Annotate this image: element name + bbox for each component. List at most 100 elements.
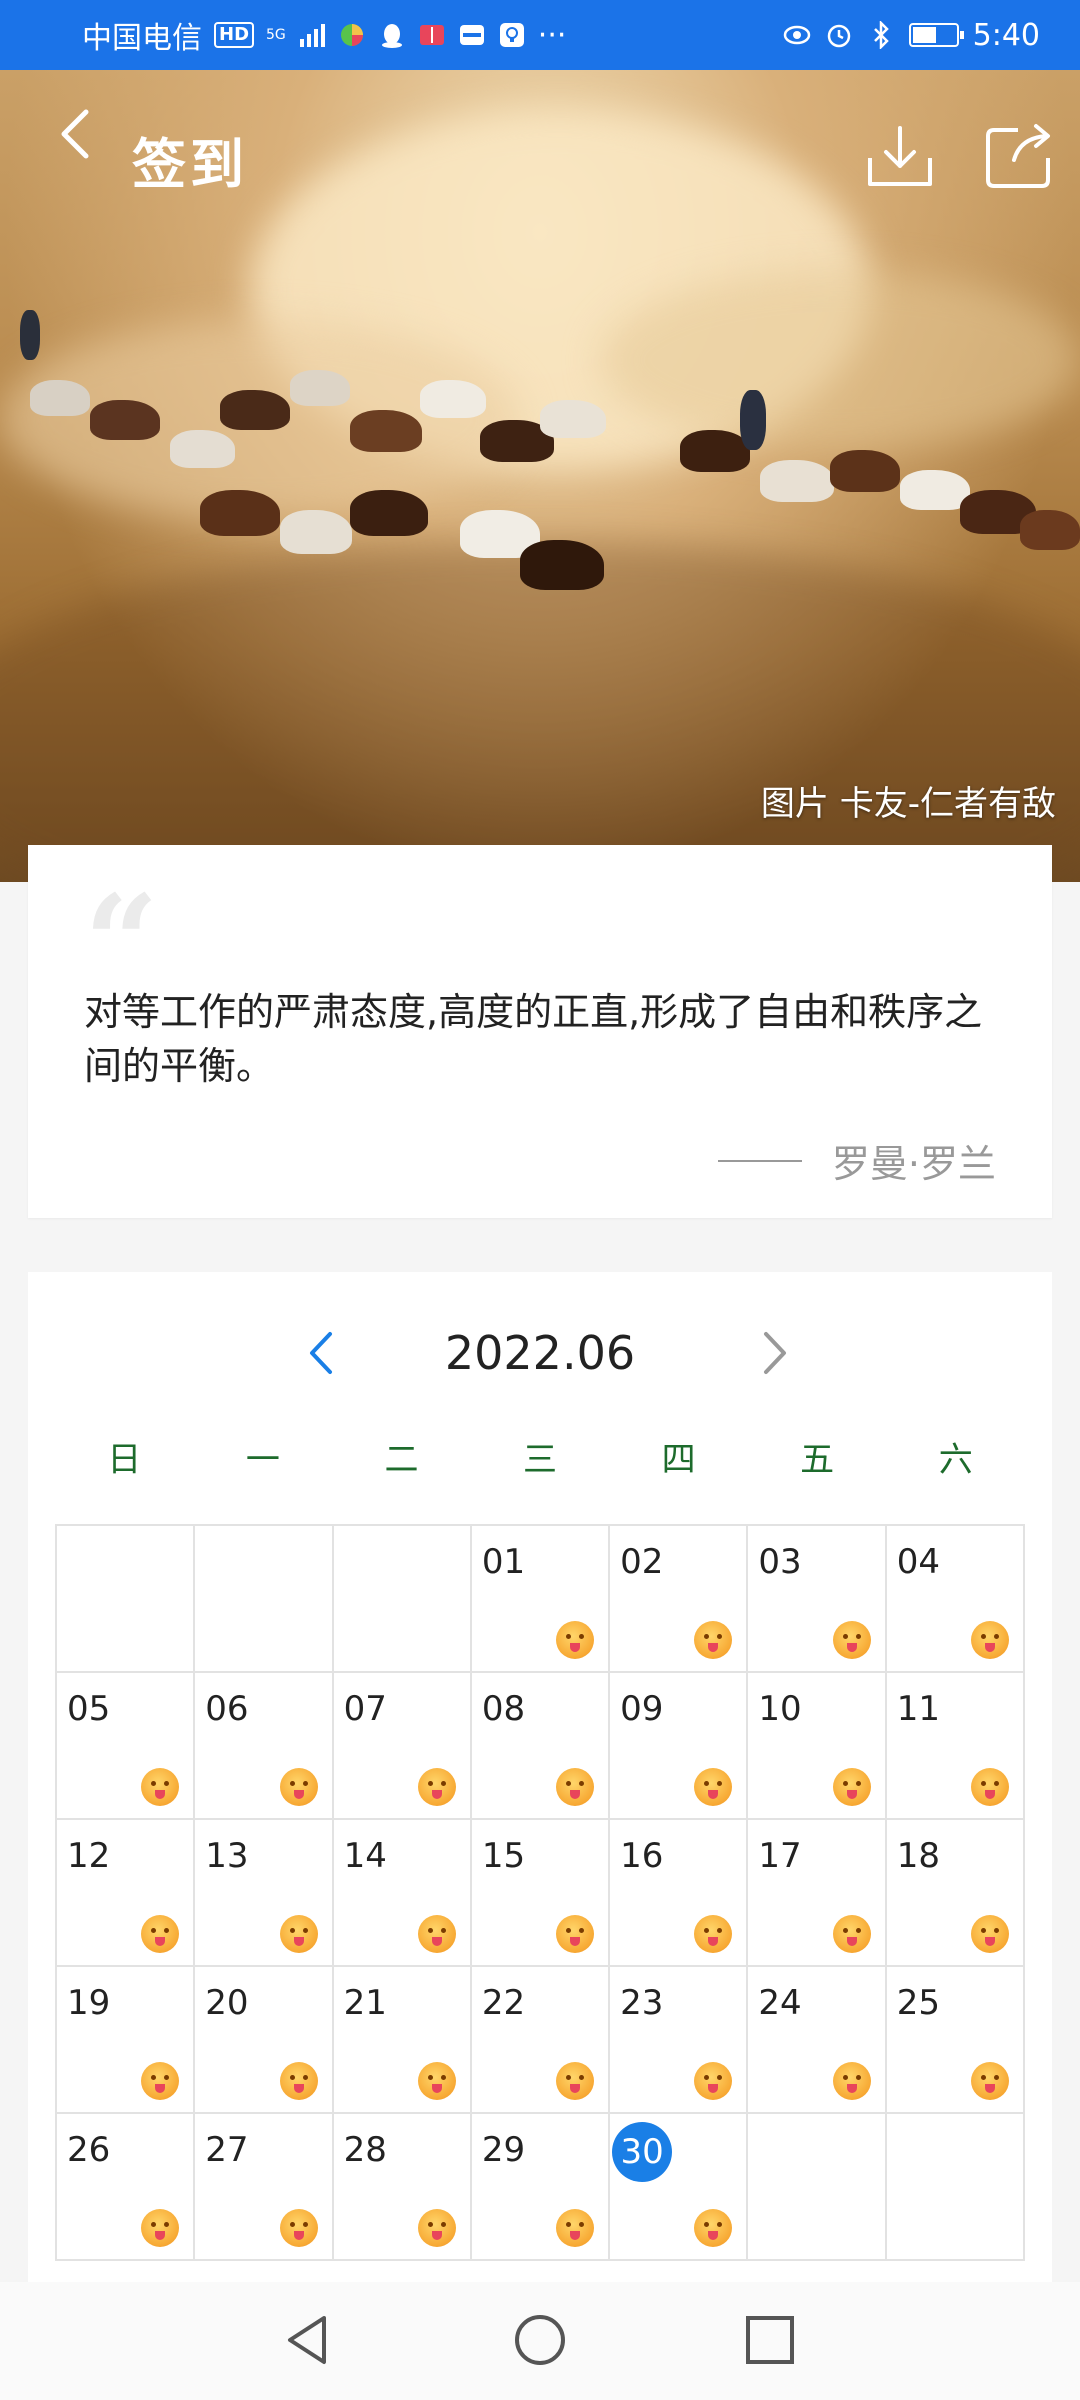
face-emoji-icon bbox=[694, 2209, 733, 2247]
face-emoji-icon bbox=[141, 2209, 180, 2247]
face-emoji-icon bbox=[279, 2209, 318, 2247]
day-number: 02 bbox=[620, 1542, 664, 1582]
calendar-day-cell[interactable]: 06 bbox=[195, 1673, 334, 1820]
weekday-label: 一 bbox=[245, 1440, 280, 1480]
square-recents-icon[interactable] bbox=[742, 2312, 798, 2368]
calendar-day-cell[interactable]: 13 bbox=[195, 1820, 334, 1967]
calendar-day-cell[interactable]: 23 bbox=[610, 1967, 749, 2114]
circle-home-icon[interactable] bbox=[512, 2312, 568, 2368]
face-emoji-icon bbox=[556, 1768, 595, 1806]
face-emoji-icon bbox=[279, 1768, 318, 1806]
day-number: 22 bbox=[481, 1983, 526, 2023]
download-icon[interactable] bbox=[866, 122, 934, 190]
calendar-day-cell[interactable]: 26 bbox=[57, 2114, 196, 2261]
day-number: 17 bbox=[758, 1836, 802, 1876]
calendar-day-cell[interactable]: 21 bbox=[333, 1967, 472, 2114]
weekday-label: 四 bbox=[661, 1440, 696, 1480]
face-emoji-icon bbox=[141, 2062, 180, 2100]
weekday-label: 五 bbox=[800, 1440, 835, 1480]
day-number: 26 bbox=[67, 2130, 111, 2170]
calendar-day-cell[interactable]: 03 bbox=[748, 1526, 887, 1673]
bluetooth-icon bbox=[873, 21, 889, 49]
day-number: 15 bbox=[481, 1836, 526, 1876]
day-number: 27 bbox=[205, 2130, 249, 2170]
calendar-empty-cell bbox=[195, 1526, 334, 1673]
calendar-empty-cell bbox=[57, 1526, 196, 1673]
face-emoji-icon bbox=[141, 1915, 180, 1953]
app-header: 签到 bbox=[0, 70, 1080, 200]
face-emoji-icon bbox=[556, 1621, 595, 1659]
day-number: 09 bbox=[620, 1689, 664, 1729]
calendar-day-cell[interactable]: 30 bbox=[610, 2114, 749, 2261]
quote-text: 对等工作的严肃态度,高度的正直,形成了自由和秩序之间的平衡。 bbox=[84, 990, 983, 1088]
qq-icon bbox=[381, 24, 402, 48]
day-number: 13 bbox=[205, 1836, 249, 1876]
alarm-icon bbox=[827, 24, 850, 48]
triangle-back-icon[interactable] bbox=[280, 2312, 336, 2368]
day-number: 20 bbox=[205, 1983, 249, 2023]
next-month-icon[interactable] bbox=[748, 1328, 798, 1378]
calendar-day-cell[interactable]: 01 bbox=[471, 1526, 611, 1673]
calendar-day-cell[interactable]: 05 bbox=[57, 1673, 196, 1820]
status-bar: 中国电信 HD 5G ··· 5:40 bbox=[0, 0, 1080, 70]
face-emoji-icon bbox=[694, 1768, 733, 1806]
battery-icon bbox=[908, 23, 964, 47]
carrier-label: 中国电信 bbox=[82, 21, 202, 56]
calendar-day-cell[interactable]: 08 bbox=[471, 1673, 611, 1820]
calendar-day-cell[interactable]: 17 bbox=[748, 1820, 887, 1967]
calendar-day-cell[interactable]: 22 bbox=[471, 1967, 611, 2114]
month-navigator: 2022.06 bbox=[28, 1312, 1052, 1392]
calendar-day-cell[interactable]: 16 bbox=[610, 1820, 749, 1967]
calendar-day-cell[interactable]: 02 bbox=[610, 1526, 749, 1673]
quote-card: “ 对等工作的严肃态度,高度的正直,形成了自由和秩序之间的平衡。 罗曼·罗兰 bbox=[28, 845, 1052, 1218]
calendar-day-cell[interactable]: 24 bbox=[748, 1967, 887, 2114]
day-number: 29 bbox=[481, 2130, 526, 2170]
weekday-label: 日 bbox=[107, 1440, 142, 1480]
calendar-day-cell[interactable]: 07 bbox=[333, 1673, 472, 1820]
day-number: 12 bbox=[67, 1836, 111, 1876]
weekday-label: 二 bbox=[384, 1440, 419, 1480]
share-icon[interactable] bbox=[984, 122, 1054, 190]
day-number: 24 bbox=[758, 1983, 802, 2023]
calendar-grid: 01 02 03 04 05 06 07 08 09 10 11 12 13 14 15 16 17 18 19 20… bbox=[55, 1524, 1025, 2261]
face-emoji-icon bbox=[694, 1915, 733, 1953]
calendar-day-cell[interactable]: 27 bbox=[195, 2114, 334, 2261]
day-number: 04 bbox=[896, 1542, 940, 1582]
face-emoji-icon bbox=[971, 1915, 1009, 1953]
calendar-day-cell[interactable]: 15 bbox=[471, 1820, 611, 1967]
calendar-day-cell[interactable]: 12 bbox=[57, 1820, 196, 1967]
weekday-header: 日一二三四五六 bbox=[55, 1432, 1025, 1481]
calendar-day-cell[interactable]: 28 bbox=[333, 2114, 472, 2261]
calendar-day-cell[interactable]: 04 bbox=[886, 1526, 1025, 1673]
face-emoji-icon bbox=[556, 2209, 595, 2247]
calendar-day-cell[interactable]: 18 bbox=[886, 1820, 1025, 1967]
more-notifications-icon: ··· bbox=[537, 17, 567, 53]
app-notification-icon bbox=[340, 24, 363, 46]
calendar-day-cell[interactable]: 11 bbox=[886, 1673, 1025, 1820]
calendar-card: 2022.06 日 一 二 三 四 五 六 01 02 03 04 05 06 07 08 09 10 11 12… bbox=[28, 1272, 1052, 2282]
system-nav-bar bbox=[0, 2282, 1080, 2400]
calendar-day-cell[interactable]: 19 bbox=[57, 1967, 196, 2114]
face-emoji-icon bbox=[971, 1768, 1009, 1806]
calendar-day-cell[interactable]: 20 bbox=[195, 1967, 334, 2114]
chevron-left-icon[interactable] bbox=[48, 104, 108, 164]
face-emoji-icon bbox=[556, 2062, 595, 2100]
month-label: 2022.06 bbox=[444, 1326, 636, 1380]
face-emoji-icon bbox=[141, 1768, 180, 1806]
calendar-day-cell[interactable]: 29 bbox=[471, 2114, 611, 2261]
calendar-day-cell[interactable]: 09 bbox=[610, 1673, 749, 1820]
hd-badge: HD bbox=[214, 22, 255, 48]
calendar-day-cell[interactable]: 14 bbox=[333, 1820, 472, 1967]
huawei-app-icon bbox=[459, 25, 484, 45]
day-number: 23 bbox=[620, 1983, 664, 2023]
weekday-label: 三 bbox=[523, 1440, 558, 1480]
calendar-day-cell[interactable]: 10 bbox=[748, 1673, 887, 1820]
day-number: 01 bbox=[481, 1542, 526, 1582]
day-number: 25 bbox=[896, 1983, 940, 2023]
face-emoji-icon bbox=[417, 2209, 456, 2247]
day-number: 08 bbox=[481, 1689, 526, 1729]
calendar-day-cell[interactable]: 25 bbox=[886, 1967, 1025, 2114]
face-emoji-icon bbox=[279, 2062, 318, 2100]
page-title: 签到 bbox=[132, 133, 248, 196]
calendar-empty-cell bbox=[333, 1526, 472, 1673]
